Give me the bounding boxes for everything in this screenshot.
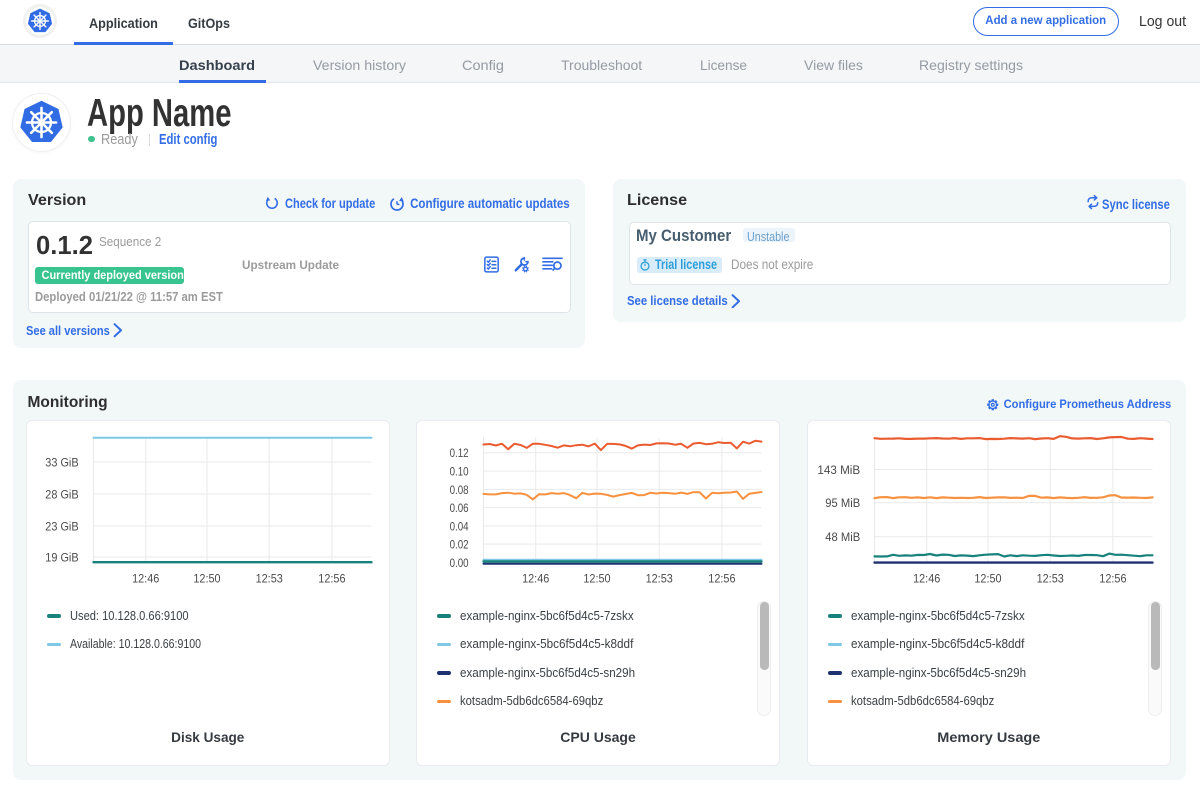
svg-text:0.02: 0.02: [450, 538, 469, 552]
svg-text:12:50: 12:50: [583, 571, 610, 585]
svg-text:143 MiB: 143 MiB: [817, 463, 860, 477]
svg-text:0.12: 0.12: [450, 446, 469, 460]
svg-text:0.04: 0.04: [450, 519, 469, 533]
svg-text:0.10: 0.10: [450, 465, 469, 479]
svg-text:12:56: 12:56: [318, 571, 345, 585]
svg-text:12:53: 12:53: [1037, 571, 1064, 585]
svg-text:12:46: 12:46: [522, 571, 549, 585]
svg-text:28 GiB: 28 GiB: [45, 487, 78, 501]
svg-text:12:50: 12:50: [193, 571, 220, 585]
svg-text:12:53: 12:53: [256, 571, 283, 585]
svg-text:23 GiB: 23 GiB: [45, 519, 78, 533]
svg-text:12:46: 12:46: [132, 571, 159, 585]
svg-text:0.06: 0.06: [450, 501, 469, 515]
svg-text:33 GiB: 33 GiB: [45, 455, 78, 469]
svg-text:48 MiB: 48 MiB: [825, 530, 860, 544]
svg-text:12:56: 12:56: [708, 571, 735, 585]
svg-text:0.00: 0.00: [450, 556, 469, 570]
svg-text:19 GiB: 19 GiB: [45, 550, 78, 564]
svg-text:12:53: 12:53: [646, 571, 673, 585]
svg-text:12:50: 12:50: [974, 571, 1001, 585]
svg-text:95 MiB: 95 MiB: [825, 496, 860, 510]
svg-text:12:56: 12:56: [1099, 571, 1126, 585]
svg-text:12:46: 12:46: [913, 571, 940, 585]
svg-text:0.08: 0.08: [450, 483, 469, 497]
